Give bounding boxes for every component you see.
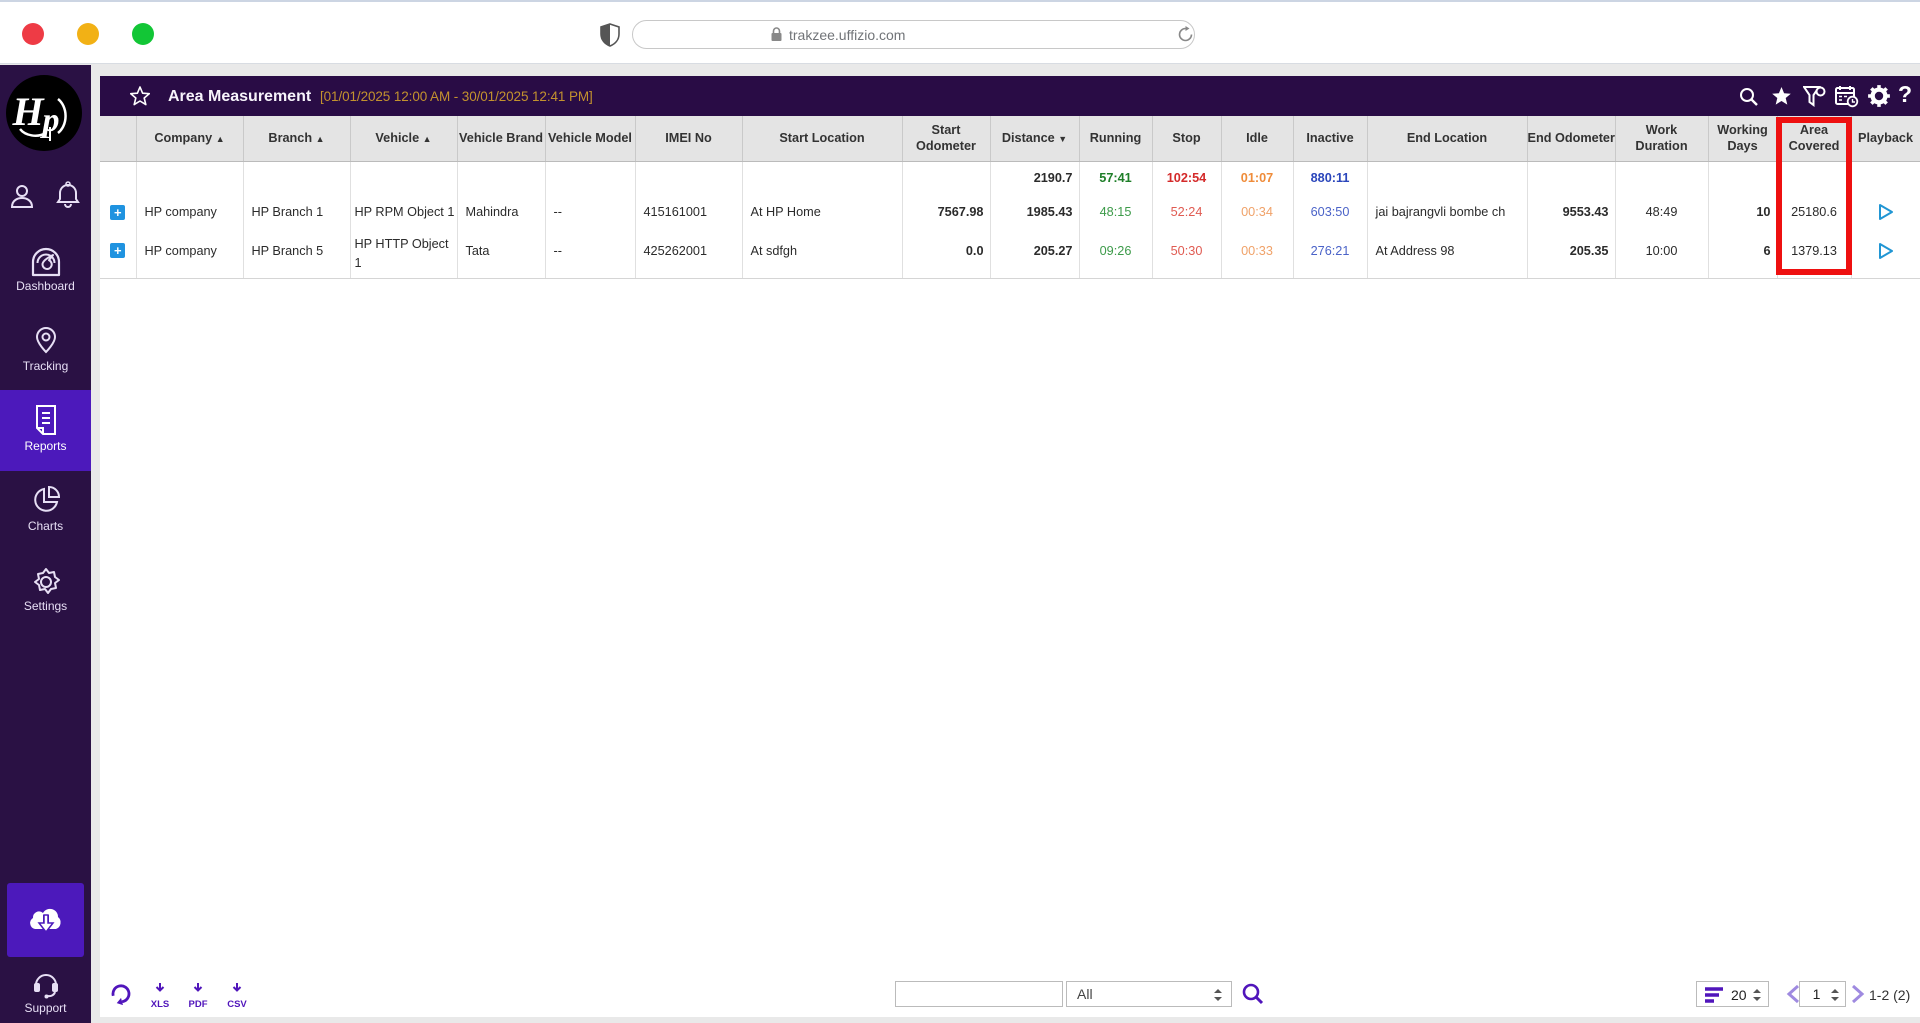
svg-text:H: H <box>11 89 45 134</box>
